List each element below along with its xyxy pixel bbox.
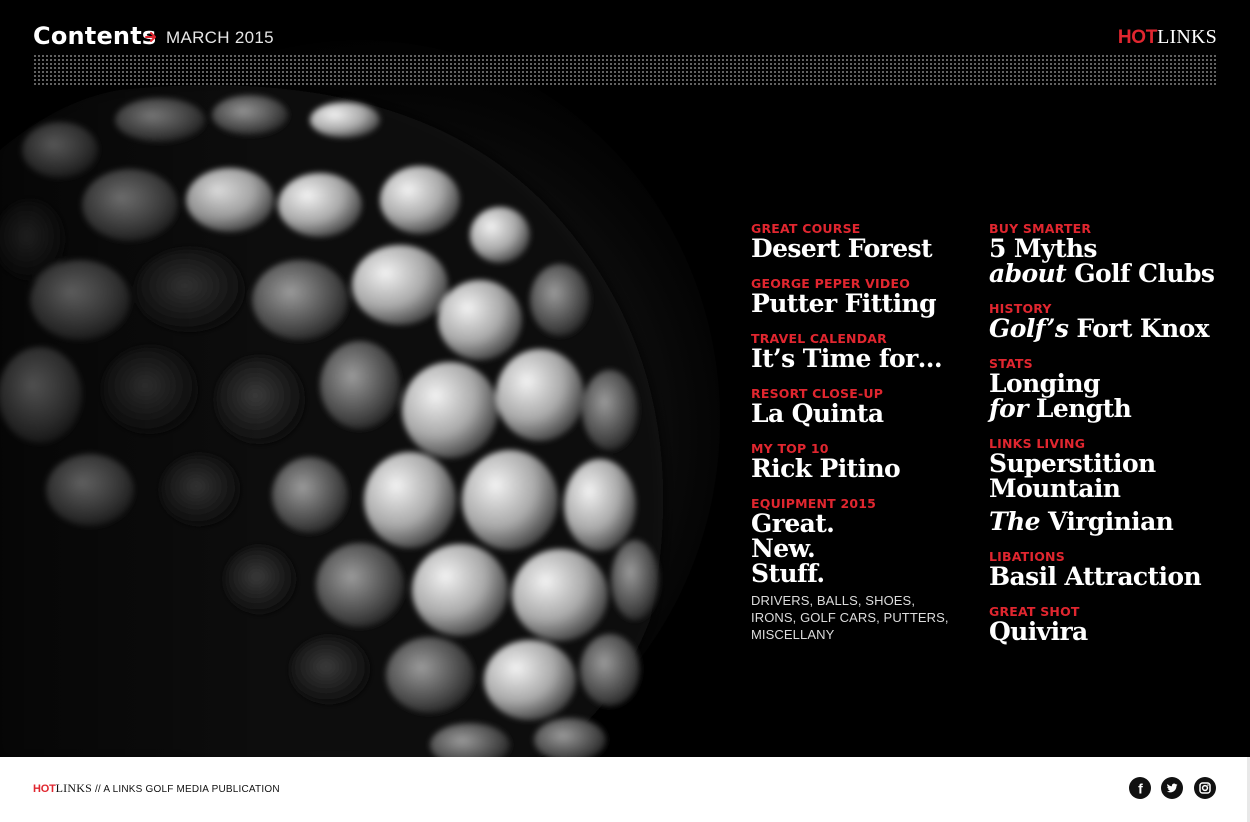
issue-date: MARCH 2015 bbox=[166, 28, 274, 47]
toc-headline-italic: The bbox=[989, 507, 1040, 536]
toc-headline-line: Great. bbox=[751, 509, 835, 538]
page: Contents MARCH 2015 HOTLINKS GREAT COURS… bbox=[0, 0, 1250, 822]
toc-headline-line: for Length bbox=[989, 396, 1229, 421]
instagram-icon[interactable] bbox=[1194, 777, 1216, 799]
toc-headline-italic: for bbox=[989, 394, 1028, 423]
toc-headline: Rick Pitino bbox=[751, 454, 901, 483]
facebook-icon[interactable]: f bbox=[1129, 777, 1151, 799]
toc-item-golf-clubs[interactable]: BUY SMARTER 5 Myths about Golf Clubs bbox=[989, 222, 1229, 287]
toc-item-equipment[interactable]: EQUIPMENT 2015 Great. New. Stuff. DRIVER… bbox=[751, 497, 979, 643]
facebook-glyph: f bbox=[1138, 781, 1143, 797]
toc-headline: It’s Time for… bbox=[751, 344, 943, 373]
toc-headline-italic: Golf’s bbox=[989, 314, 1069, 343]
toc-item-la-quinta[interactable]: RESORT CLOSE-UP La Quinta bbox=[751, 387, 979, 428]
toc-headline-line: about Golf Clubs bbox=[989, 261, 1229, 286]
toc-headline-line: 5 Myths bbox=[989, 234, 1098, 263]
dotted-divider bbox=[33, 54, 1217, 86]
toc-item-longing-for-length[interactable]: STATS Longing for Length bbox=[989, 357, 1229, 422]
toc-item-great-course[interactable]: GREAT COURSE Desert Forest bbox=[751, 222, 979, 263]
twitter-icon[interactable] bbox=[1161, 777, 1183, 799]
footer-brand-hot: HOT bbox=[33, 783, 56, 795]
toc-headline: Putter Fitting bbox=[751, 289, 937, 318]
toc-headline-secondary: The Virginian bbox=[989, 509, 1229, 534]
toc-headline-line: New. bbox=[751, 534, 816, 563]
contents-spread: Contents MARCH 2015 HOTLINKS GREAT COURS… bbox=[0, 0, 1250, 757]
toc-item-quivira[interactable]: GREAT SHOT Quivira bbox=[989, 605, 1229, 646]
toc-subtext-line: DRIVERS, BALLS, SHOES, bbox=[751, 593, 916, 608]
brand-logo[interactable]: HOTLINKS bbox=[1118, 26, 1217, 49]
toc-headline-rest: Virginian bbox=[1039, 507, 1174, 536]
toc-subtext-line: IRONS, GOLF CARS, PUTTERS, bbox=[751, 610, 949, 625]
brand-links: LINKS bbox=[1157, 26, 1217, 48]
toc-headline-rest: Length bbox=[1027, 394, 1132, 423]
toc-headline-rest: Golf Clubs bbox=[1066, 259, 1215, 288]
arrow-right-icon bbox=[145, 32, 156, 42]
toc-item-basil-attraction[interactable]: LIBATIONS Basil Attraction bbox=[989, 550, 1229, 591]
footer-brand-links: LINKS bbox=[55, 781, 92, 795]
footer-brand: HOTLINKS // A LINKS GOLF MEDIA PUBLICATI… bbox=[33, 781, 280, 796]
brand-hot: HOT bbox=[1117, 27, 1158, 48]
toc-item-putter-fitting[interactable]: GEORGE PEPER VIDEO Putter Fitting bbox=[751, 277, 979, 318]
toc-headline-italic: about bbox=[989, 259, 1067, 288]
toc-headline: Golf’s Fort Knox bbox=[989, 316, 1229, 341]
toc-headline-line: Superstition bbox=[989, 449, 1156, 478]
toc-subtext-line: MISCELLANY bbox=[751, 627, 835, 642]
toc-item-fort-knox[interactable]: HISTORY Golf’s Fort Knox bbox=[989, 302, 1229, 342]
toc-headline-line: Mountain bbox=[989, 474, 1121, 503]
toc-item-travel-calendar[interactable]: TRAVEL CALENDAR It’s Time for… bbox=[751, 332, 979, 373]
toc-item-links-living[interactable]: LINKS LIVING Superstition Mountain The V… bbox=[989, 437, 1229, 535]
toc-subtext: DRIVERS, BALLS, SHOES, IRONS, GOLF CARS,… bbox=[751, 592, 979, 643]
toc-headline-line: Longing bbox=[989, 369, 1100, 398]
golf-ball-photo bbox=[0, 0, 760, 757]
page-footer: HOTLINKS // A LINKS GOLF MEDIA PUBLICATI… bbox=[0, 757, 1250, 822]
toc-headline: La Quinta bbox=[751, 399, 884, 428]
footer-tagline: // A LINKS GOLF MEDIA PUBLICATION bbox=[91, 784, 280, 795]
toc-column-right: BUY SMARTER 5 Myths about Golf Clubs HIS… bbox=[989, 222, 1229, 660]
toc-headline-rest: Fort Knox bbox=[1068, 314, 1209, 343]
page-title: Contents bbox=[33, 22, 157, 50]
toc-headline: Quivira bbox=[989, 617, 1088, 646]
toc-headline-line: Stuff. bbox=[751, 559, 825, 588]
page-header: Contents MARCH 2015 HOTLINKS bbox=[33, 20, 1217, 90]
toc-column-left: GREAT COURSE Desert Forest GEORGE PEPER … bbox=[751, 222, 979, 659]
toc-headline: Desert Forest bbox=[751, 234, 933, 263]
toc-headline: Basil Attraction bbox=[989, 562, 1202, 591]
toc-item-rick-pitino[interactable]: MY TOP 10 Rick Pitino bbox=[751, 442, 979, 483]
